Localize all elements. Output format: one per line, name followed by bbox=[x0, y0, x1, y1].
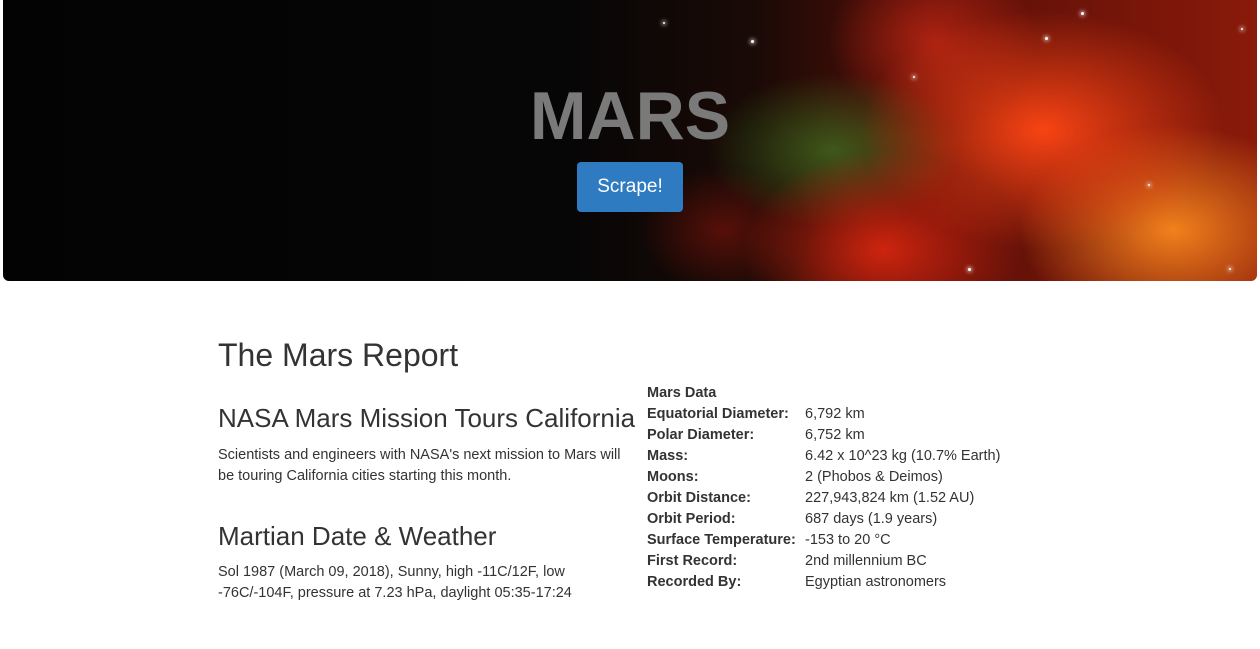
star-decoration bbox=[1045, 37, 1048, 40]
table-row: Moons: 2 (Phobos & Deimos) bbox=[647, 467, 1000, 488]
page-title: MARS bbox=[529, 78, 731, 154]
table-row: Recorded By: Egyptian astronomers bbox=[647, 572, 1000, 593]
fact-label: Moons: bbox=[647, 469, 699, 485]
fact-value: 6.42 x 10^23 kg (10.7% Earth) bbox=[805, 448, 1001, 464]
fact-value: -153 to 20 °C bbox=[805, 532, 891, 548]
star-decoration bbox=[663, 22, 665, 24]
table-row: Surface Temperature: -153 to 20 °C bbox=[647, 530, 1000, 551]
table-row: First Record: 2nd millennium BC bbox=[647, 551, 1000, 572]
star-decoration bbox=[1229, 268, 1231, 270]
hero-banner: MARS Scrape! bbox=[3, 0, 1257, 281]
table-row: Orbit Distance: 227,943,824 km (1.52 AU) bbox=[647, 488, 1000, 509]
table-row: Polar Diameter: 6,752 km bbox=[647, 425, 1000, 446]
star-decoration bbox=[968, 268, 971, 271]
fact-label: Orbit Period: bbox=[647, 511, 736, 527]
table-row: Mass: 6.42 x 10^23 kg (10.7% Earth) bbox=[647, 446, 1000, 467]
fact-label: Surface Temperature: bbox=[647, 532, 796, 548]
weather-title: Martian Date & Weather bbox=[218, 521, 497, 551]
fact-label: First Record: bbox=[647, 553, 738, 569]
fact-value: 2nd millennium BC bbox=[805, 553, 927, 569]
star-decoration bbox=[751, 40, 754, 43]
fact-label: Equatorial Diameter: bbox=[647, 406, 789, 422]
report-title: The Mars Report bbox=[218, 337, 459, 373]
fact-value: 227,943,824 km (1.52 AU) bbox=[805, 490, 975, 506]
scrape-button[interactable]: Scrape! bbox=[577, 162, 683, 212]
fact-value: 6,752 km bbox=[805, 427, 865, 443]
weather-text: Sol 1987 (March 09, 2018), Sunny, high -… bbox=[218, 564, 572, 601]
fact-label: Recorded By: bbox=[647, 574, 742, 590]
fact-value: 6,792 km bbox=[805, 406, 865, 422]
table-row: Orbit Period: 687 days (1.9 years) bbox=[647, 509, 1000, 530]
table-row: Equatorial Diameter: 6,792 km bbox=[647, 404, 1000, 425]
star-decoration bbox=[1241, 28, 1243, 30]
fact-label: Polar Diameter: bbox=[647, 427, 755, 443]
mars-facts-table: Mars Data Equatorial Diameter: 6,792 km … bbox=[647, 383, 1000, 593]
fact-value: 687 days (1.9 years) bbox=[805, 511, 938, 527]
fact-value: Egyptian astronomers bbox=[805, 574, 947, 590]
fact-label: Mass: bbox=[647, 448, 689, 464]
star-decoration bbox=[1081, 12, 1084, 15]
news-title: NASA Mars Mission Tours California bbox=[218, 403, 636, 433]
star-decoration bbox=[1148, 184, 1150, 186]
fact-value: 2 (Phobos & Deimos) bbox=[805, 469, 943, 485]
news-paragraph: Scientists and engineers with NASA's nex… bbox=[218, 447, 621, 484]
fact-label: Orbit Distance: bbox=[647, 490, 751, 506]
report-column: The Mars Report NASA Mars Mission Tours … bbox=[218, 335, 638, 604]
facts-table-header: Mars Data bbox=[647, 385, 717, 401]
